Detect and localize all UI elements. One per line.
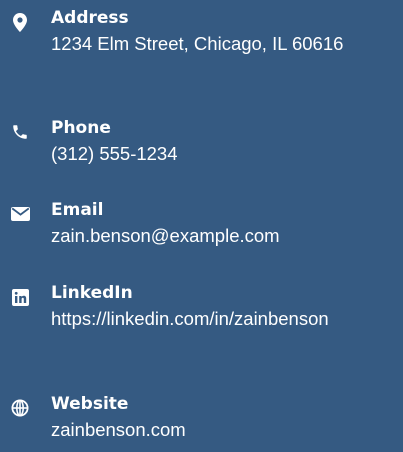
phone-label: Phone xyxy=(51,118,111,138)
contact-list: Address 1234 Elm Street, Chicago, IL 606… xyxy=(0,0,403,452)
email-label: Email xyxy=(51,200,104,220)
website-value[interactable]: zainbenson.com xyxy=(51,417,397,443)
globe-icon xyxy=(8,396,32,420)
contact-text: LinkedIn https://linkedin.com/in/zainben… xyxy=(51,283,397,332)
linkedin-label: LinkedIn xyxy=(51,283,133,303)
linkedin-icon xyxy=(8,285,32,309)
phone-icon xyxy=(8,120,32,144)
linkedin-value[interactable]: https://linkedin.com/in/zainbenson xyxy=(51,306,397,332)
website-label: Website xyxy=(51,394,129,414)
address-label: Address xyxy=(51,8,129,28)
envelope-icon xyxy=(8,202,32,226)
contact-text: Email zain.benson@example.com xyxy=(51,200,397,249)
map-marker-icon xyxy=(8,10,32,34)
contact-text: Address 1234 Elm Street, Chicago, IL 606… xyxy=(51,8,397,57)
email-value[interactable]: zain.benson@example.com xyxy=(51,223,397,249)
contact-text: Phone (312) 555-1234 xyxy=(51,118,397,167)
phone-value[interactable]: (312) 555-1234 xyxy=(51,141,397,167)
address-value: 1234 Elm Street, Chicago, IL 60616 xyxy=(51,33,344,54)
contact-text: Website zainbenson.com xyxy=(51,394,397,443)
